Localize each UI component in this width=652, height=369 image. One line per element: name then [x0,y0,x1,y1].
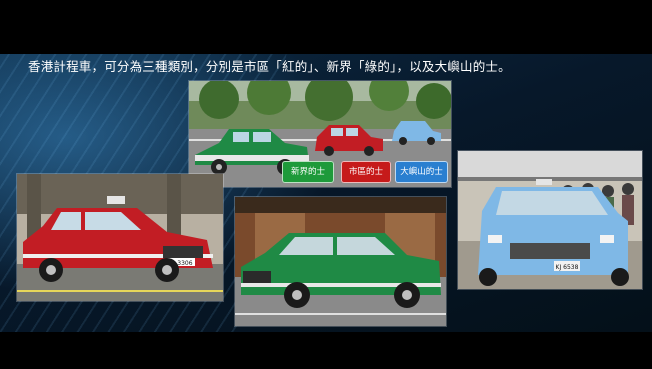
blue-taxi-plate: KJ 6538 [556,264,579,271]
slide-title: 香港計程車，可分為三種類別，分別是市區「紅的」、新界「綠的」，以及大嶼山的士。 [28,59,511,74]
taxi-roof-sign-icon [107,196,125,204]
photo-green-nt-taxi [234,196,447,327]
letterbox-bottom [0,332,652,369]
letterbox-top [0,0,652,54]
legend-lantau-taxi-label: 大嶼山的士 [395,161,448,183]
legend-nt-taxi-label: 新界的士 [282,161,334,183]
legend-urban-taxi-label: 市區的士 [341,161,391,183]
taxi-roof-sign-icon [536,179,552,185]
photo-blue-lantau-taxi: KJ 6538 [457,150,643,290]
photo-red-urban-taxi: JB 3306 [16,173,224,302]
